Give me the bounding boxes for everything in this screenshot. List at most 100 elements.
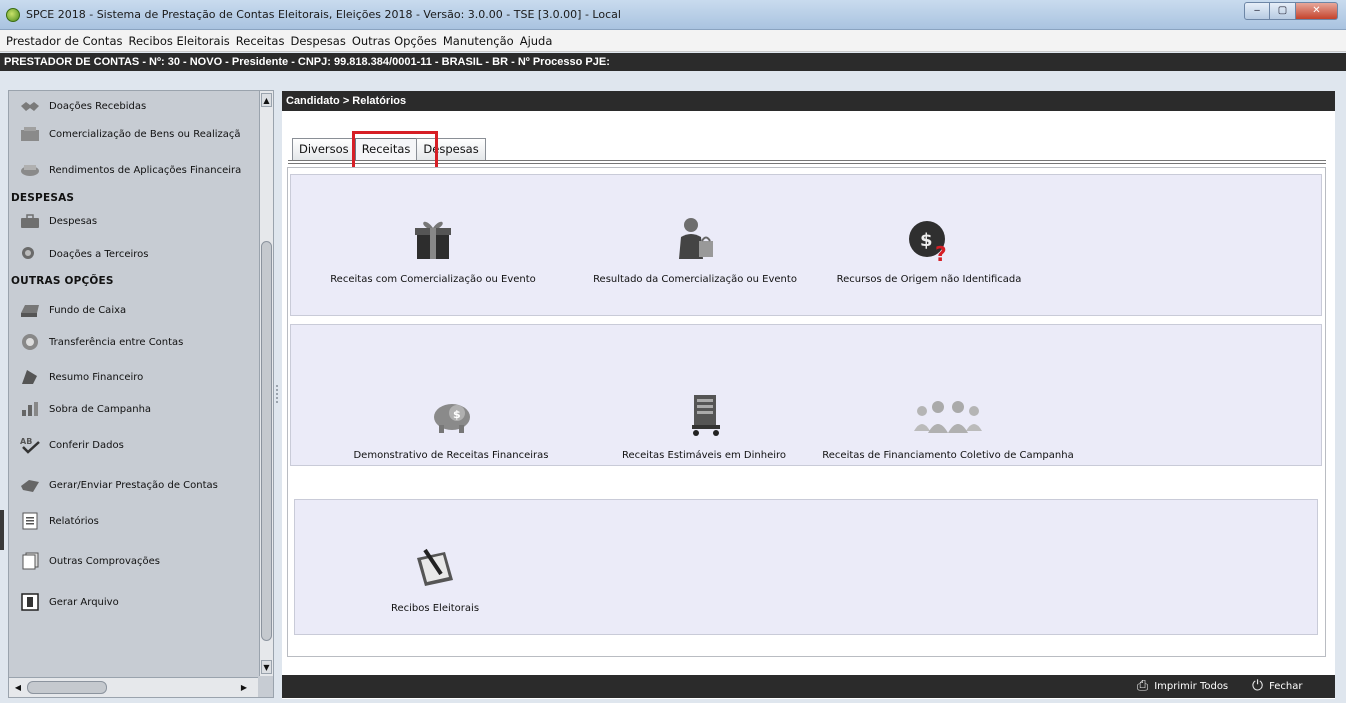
print-all-label: Imprimir Todos [1154, 681, 1229, 692]
close-panel-button[interactable]: ⏻ Fechar [1252, 678, 1303, 695]
prestador-info-bar: PRESTADOR DE CONTAS - Nº: 30 - NOVO - Pr… [0, 53, 1346, 71]
sidebar-vertical-scrollbar[interactable]: ▲ ▼ [259, 91, 273, 676]
tile-recursos-origem[interactable]: $ ? Recursos de Origem não Identificada [809, 215, 1049, 285]
tile-label: Recursos de Origem não Identificada [836, 274, 1022, 285]
sidebar-heading-outras: OUTRAS OPÇÕES [11, 275, 114, 287]
receipt-pen-icon [417, 548, 453, 586]
report-section: Receitas com Comercialização ou Evento R… [290, 174, 1322, 316]
tile-label: Demonstrativo de Receitas Financeiras [353, 450, 549, 461]
shopper-icon [679, 218, 713, 259]
report-icon [22, 512, 38, 530]
tile-demonstrativo-receitas[interactable]: $ Demonstrativo de Receitas Financeiras [331, 391, 571, 461]
menu-ajuda[interactable]: Ajuda [520, 34, 553, 48]
summary-icon [22, 370, 37, 384]
menu-prestador[interactable]: Prestador de Contas [6, 34, 122, 48]
sidebar-item-gerar-arquivo[interactable]: Gerar Arquivo [19, 591, 119, 613]
sidebar: Doações Recebidas Comercialização de Ben… [8, 90, 274, 698]
tab-diversos[interactable]: Diversos [292, 138, 356, 160]
title-bar: SPCE 2018 - Sistema de Prestação de Cont… [0, 0, 1346, 30]
sidebar-item-outras-comprovacoes[interactable]: Outras Comprovações [19, 550, 160, 572]
money-bag-question-icon: $ ? [909, 221, 947, 266]
sidebar-item-rendimentos[interactable]: Rendimentos de Aplicações Financeira [19, 159, 241, 181]
splitter-handle[interactable] [276, 385, 278, 405]
sidebar-horizontal-scrollbar[interactable]: ◀ ▶ [9, 677, 258, 697]
sidebar-item-conferir[interactable]: AB Conferir Dados [19, 434, 124, 456]
close-panel-label: Fechar [1269, 681, 1303, 692]
tile-resultado-comercializacao[interactable]: Resultado da Comercialização ou Evento [575, 215, 815, 285]
app-icon [6, 8, 20, 22]
sidebar-item-despesas[interactable]: Despesas [19, 210, 97, 232]
sidebar-item-label: Gerar Arquivo [49, 596, 119, 608]
scroll-left-icon[interactable]: ◀ [12, 681, 24, 694]
scroll-thumb[interactable] [261, 241, 272, 641]
scroll-up-icon[interactable]: ▲ [261, 93, 272, 107]
menu-manutencao[interactable]: Manutenção [443, 34, 514, 48]
money-hand-icon [21, 165, 39, 176]
tile-receitas-estimaveis[interactable]: Receitas Estimáveis em Dinheiro [584, 391, 824, 461]
sidebar-item-resumo[interactable]: Resumo Financeiro [19, 366, 143, 388]
sidebar-item-label: Conferir Dados [49, 439, 124, 451]
sidebar-item-comercializacao[interactable]: Comercialização de Bens ou Realizaçã [19, 123, 241, 145]
tile-receitas-comercializacao[interactable]: Receitas com Comercialização ou Evento [313, 215, 553, 285]
tile-recibos-eleitorais[interactable]: Recibos Eleitorais [365, 544, 505, 614]
close-button[interactable]: ✕ [1296, 2, 1338, 20]
sidebar-item-fundo-caixa[interactable]: Fundo de Caixa [19, 299, 126, 321]
svg-text:$: $ [453, 408, 461, 421]
svg-text:AB: AB [20, 437, 32, 446]
tile-label: Receitas Estimáveis em Dinheiro [621, 450, 787, 461]
scroll-right-icon[interactable]: ▶ [238, 681, 250, 694]
sidebar-item-label: Resumo Financeiro [49, 371, 144, 383]
menu-outras-opcoes[interactable]: Outras Opções [352, 34, 437, 48]
sidebar-item-label: Despesas [49, 215, 98, 227]
menu-despesas[interactable]: Despesas [290, 34, 345, 48]
sidebar-item-doacoes-recebidas[interactable]: Doações Recebidas [19, 95, 146, 117]
footer-bar: ⎙ Imprimir Todos ⏻ Fechar [282, 675, 1335, 698]
sidebar-item-label: Doações a Terceiros [49, 248, 149, 260]
main-panel: Candidato > Relatórios Diversos Receitas… [282, 91, 1335, 699]
sidebar-item-label: Fundo de Caixa [49, 304, 127, 316]
sidebar-item-label: Gerar/Enviar Prestação de Contas [49, 479, 218, 491]
print-all-button[interactable]: ⎙ Imprimir Todos [1137, 678, 1228, 695]
window-controls: ‒ ▢ ✕ [1244, 2, 1338, 22]
window-title: SPCE 2018 - Sistema de Prestação de Cont… [26, 8, 621, 21]
minimize-button[interactable]: ‒ [1244, 2, 1270, 20]
menu-bar: Prestador de Contas Recibos Eleitorais R… [0, 30, 1346, 52]
tab-receitas[interactable]: Receitas [354, 138, 418, 160]
cash-drawer-icon [21, 305, 39, 317]
cash-register-icon [21, 127, 39, 141]
sidebar-item-label: Comercialização de Bens ou Realizaçã [49, 128, 241, 140]
svg-text:?: ? [935, 242, 947, 263]
sidebar-item-sobra[interactable]: Sobra de Campanha [19, 398, 151, 420]
sidebar-item-label: Outras Comprovações [49, 555, 160, 567]
maximize-button[interactable]: ▢ [1270, 2, 1296, 20]
sidebar-heading-despesas: DESPESAS [11, 192, 75, 204]
piggy-bank-icon: $ [434, 404, 470, 433]
window-edge-grip [0, 510, 4, 550]
gift-icon [415, 221, 451, 259]
sidebar-item-doacoes-terceiros[interactable]: Doações a Terceiros [19, 243, 149, 265]
tile-financiamento-coletivo[interactable]: Receitas de Financiamento Coletivo de Ca… [813, 391, 1083, 461]
svg-text:$: $ [920, 230, 933, 251]
handshake-icon [21, 102, 39, 111]
report-section: $ Demonstrativo de Receitas Financeiras … [290, 324, 1322, 466]
menu-recibos[interactable]: Recibos Eleitorais [128, 34, 229, 48]
sidebar-item-label: Sobra de Campanha [49, 403, 152, 415]
cart-icon [692, 395, 720, 436]
crowd-icon [914, 401, 982, 433]
tile-label: Resultado da Comercialização ou Evento [593, 274, 797, 285]
tab-strip: Diversos Receitas Despesas [292, 138, 486, 160]
briefcase-icon [21, 214, 39, 228]
tile-label: Recibos Eleitorais [390, 603, 480, 614]
sidebar-item-relatorios[interactable]: Relatórios [19, 510, 99, 532]
menu-receitas[interactable]: Receitas [236, 34, 285, 48]
power-icon: ⏻ [1252, 678, 1264, 694]
scroll-down-icon[interactable]: ▼ [261, 660, 272, 674]
transfer-icon [22, 334, 38, 350]
sidebar-item-gerar-enviar[interactable]: Gerar/Enviar Prestação de Contas [19, 474, 218, 496]
scroll-thumb[interactable] [27, 681, 107, 694]
tab-despesas[interactable]: Despesas [416, 138, 486, 160]
donation-icon [22, 247, 34, 259]
sidebar-item-transferencia[interactable]: Transferência entre Contas [19, 331, 183, 353]
send-icon [21, 480, 39, 492]
file-icon [21, 593, 39, 611]
